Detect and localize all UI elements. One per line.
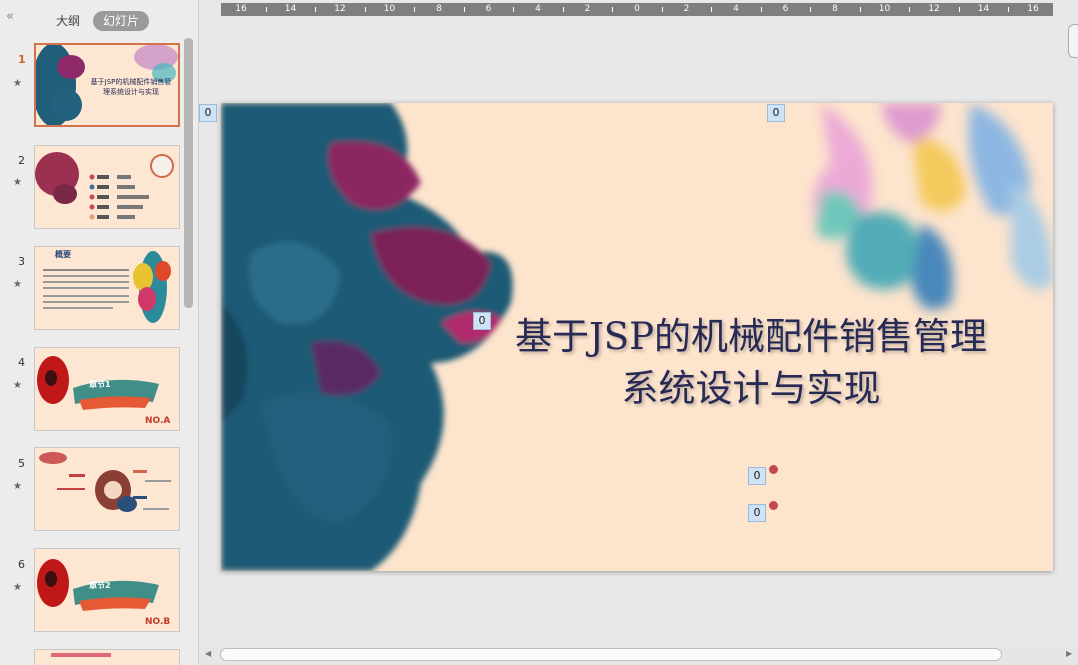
slide-number: 5	[18, 457, 25, 470]
slide-thumbnail-1[interactable]: 基于JSP的机械配件销售管理系统设计与实现	[34, 43, 180, 127]
slide-thumbnail-6[interactable]: 章节2 NO.B	[34, 548, 180, 632]
ruler-tick	[958, 7, 960, 12]
ruler-tick	[760, 7, 762, 12]
tab-outline[interactable]: 大纲	[46, 11, 90, 31]
ruler-label: 14	[977, 4, 990, 14]
ruler-label: 14	[284, 4, 297, 14]
ruler-tick	[315, 7, 317, 12]
scrollbar-thumb[interactable]	[220, 648, 1002, 661]
thumb-art	[39, 452, 171, 512]
ruler-tick	[414, 7, 416, 12]
ruler-label: 12	[334, 4, 346, 14]
ruler-label: 0	[634, 4, 640, 14]
ruler-tick	[711, 7, 713, 12]
ruler-label: 8	[436, 4, 442, 14]
thumb-title: 基于JSP的机械配件销售管理系统设计与实现	[90, 78, 172, 96]
animation-star-icon: ★	[13, 177, 22, 188]
slide-thumbnail-4[interactable]: 章节1 NO.A	[34, 347, 180, 431]
ruler-label: 16	[235, 4, 247, 14]
thumb-title: 章节1	[89, 380, 111, 389]
bullet-dot	[769, 501, 778, 510]
ruler-label: 6	[782, 4, 789, 14]
title-line-1: 基于JSP的机械配件销售管理	[514, 315, 988, 358]
slide-thumbnail-3[interactable]: 概要	[34, 246, 180, 330]
bullet-dot	[769, 465, 778, 474]
ruler-label: 16	[1027, 4, 1039, 14]
ruler-tick	[562, 7, 564, 12]
thumb-art	[35, 152, 174, 220]
ruler-label: 12	[928, 4, 940, 14]
title-line-2: 系统设计与实现	[621, 367, 881, 410]
ruler-label: 4	[733, 4, 739, 14]
ruler-tick	[909, 7, 911, 12]
animation-star-icon: ★	[13, 582, 22, 593]
slide-panel: « 大纲 幻灯片 1 ★ 基于JSP的机械配件销售管理系统设计与实现 2 ★ 3…	[0, 0, 199, 665]
slide-number: 2	[18, 154, 25, 167]
panel-scrollbar[interactable]	[184, 38, 193, 308]
slide-title[interactable]: 基于JSP的机械配件销售管理 系统设计与实现	[471, 311, 1031, 415]
ruler-label: 2	[584, 4, 591, 14]
scroll-right-icon[interactable]: ▶	[1066, 649, 1072, 658]
slide-thumbnail-7[interactable]	[34, 649, 180, 665]
collapse-panel-icon[interactable]: «	[6, 9, 14, 24]
presentation-editor: « 大纲 幻灯片 1 ★ 基于JSP的机械配件销售管理系统设计与实现 2 ★ 3…	[0, 0, 1078, 665]
ruler-tick	[513, 7, 515, 12]
ruler-tick	[810, 7, 812, 12]
placeholder-tag[interactable]: 0	[199, 104, 217, 122]
animation-star-icon: ★	[13, 481, 22, 492]
ruler-tick	[612, 7, 614, 12]
slide-number: 4	[18, 356, 25, 369]
slide-number: 6	[18, 558, 25, 571]
side-panel-toggle[interactable]	[1068, 24, 1078, 58]
animation-star-icon: ★	[13, 279, 22, 290]
ruler-label: 10	[383, 4, 396, 14]
slide-number: 1	[18, 53, 26, 66]
ruler-label: 10	[878, 4, 891, 14]
ruler-tick	[265, 7, 267, 12]
ruler-label: 4	[535, 4, 541, 14]
ruler-label: 8	[832, 4, 838, 14]
placeholder-tag[interactable]: 0	[748, 467, 766, 485]
slide-number: 3	[18, 255, 25, 268]
slide-thumbnail-5[interactable]	[34, 447, 180, 531]
ruler-tick	[859, 7, 861, 12]
placeholder-tag[interactable]: 0	[473, 312, 491, 330]
slide-canvas[interactable]: 基于JSP的机械配件销售管理 系统设计与实现	[221, 103, 1053, 571]
ruler-tick	[463, 7, 465, 12]
animation-star-icon: ★	[13, 78, 22, 89]
ruler-tick	[364, 7, 366, 12]
tab-slides[interactable]: 幻灯片	[93, 11, 149, 31]
placeholder-tag[interactable]: 0	[748, 504, 766, 522]
thumb-tag: NO.A	[145, 416, 171, 426]
placeholder-tag[interactable]: 0	[767, 104, 785, 122]
thumb-art	[51, 653, 111, 657]
scroll-left-icon[interactable]: ◀	[205, 649, 211, 658]
slide-thumbnail-2[interactable]	[34, 145, 180, 229]
ruler-tick	[1008, 7, 1010, 12]
ruler-tick	[661, 7, 663, 12]
thumb-tag: NO.B	[145, 617, 171, 627]
thumb-title: 章节2	[89, 581, 111, 590]
ruler-label: 6	[485, 4, 492, 14]
horizontal-ruler: 16 14 12 10 8 6 4 2 0 2 4 6 8 10 12 14 16	[221, 3, 1053, 16]
animation-star-icon: ★	[13, 380, 22, 391]
thumb-title: 概要	[55, 250, 71, 259]
ruler-label: 2	[683, 4, 690, 14]
horizontal-scrollbar[interactable]: ◀ ▶	[200, 646, 1078, 665]
